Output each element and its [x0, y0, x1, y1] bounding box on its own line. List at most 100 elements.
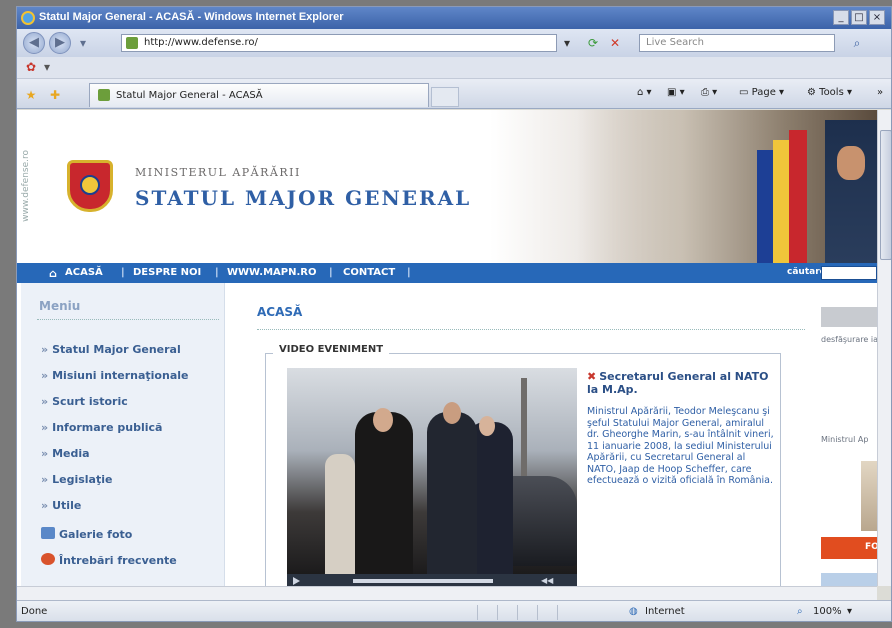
horizontal-scrollbar[interactable] — [17, 586, 877, 600]
menu-item-label: Misiuni internaţionale — [52, 369, 189, 382]
address-field[interactable]: http://www.defense.ro/ — [121, 34, 557, 52]
nav-contact[interactable]: CONTACT — [343, 267, 395, 278]
stop-icon[interactable]: ✕ — [607, 35, 623, 51]
command-row: ✿ ▾ — [17, 57, 891, 79]
print-icon[interactable]: ⎙ ▾ — [701, 87, 717, 98]
add-favorites-icon[interactable]: ✚ — [47, 87, 63, 103]
favorites-star-icon[interactable]: ★ — [23, 87, 39, 103]
ie-logo-icon — [21, 11, 35, 25]
menu-item-media[interactable]: » Media — [41, 447, 90, 460]
zoom-icon[interactable]: ⌕ — [797, 606, 803, 617]
menu-item-misiuni[interactable]: » Misiuni internaţionale — [41, 369, 188, 382]
window-title: Statul Major General - ACASĂ - Windows I… — [39, 11, 344, 23]
page-viewport: www.defense.ro MINISTERUL APĂRĂRII STATU… — [17, 110, 877, 586]
news-summary: Ministrul Apărării, Teodor Meleşcanu şi … — [587, 406, 774, 486]
tab-favicon-icon — [98, 89, 110, 101]
menu-item-informare[interactable]: » Informare publică — [41, 421, 162, 434]
nav-separator: | — [121, 267, 125, 278]
flag-yellow-stripe — [773, 140, 789, 263]
page-menu-label: Page — [751, 87, 776, 98]
page-menu[interactable]: ▭ Page ▾ — [739, 87, 784, 98]
search-input[interactable]: Live Search — [639, 34, 835, 52]
menu-item-intrebari[interactable]: Întrebări frecvente — [41, 553, 177, 567]
volume-icon[interactable]: ◀◀ — [541, 576, 553, 585]
nav-separator: | — [329, 267, 333, 278]
title-bar: Statul Major General - ACASĂ - Windows I… — [17, 7, 891, 29]
browser-window: Statul Major General - ACASĂ - Windows I… — [16, 6, 892, 622]
bullet-icon: » — [41, 447, 49, 460]
bullet-icon: » — [41, 421, 49, 434]
menu-item-utile[interactable]: » Utile — [41, 499, 81, 512]
page-favicon-icon — [126, 37, 138, 49]
feeds-dropdown-icon[interactable]: ▾ — [39, 59, 55, 75]
menu-item-galerie-foto[interactable]: Galerie foto — [41, 527, 132, 541]
globe-icon: ◍ — [629, 606, 638, 617]
feeds-toolbar-icon[interactable]: ▣ ▾ — [667, 87, 685, 98]
back-button[interactable]: ◀ — [23, 32, 45, 54]
status-bar: Done ◍ Internet ⌕ 100% ▾ — [17, 600, 891, 621]
zoom-dropdown-icon[interactable]: ▾ — [847, 606, 852, 617]
nav-mapn[interactable]: WWW.MAPN.RO — [227, 267, 316, 278]
bullet-icon: » — [41, 499, 49, 512]
bullet-icon: » — [41, 369, 49, 382]
vertical-scrollbar[interactable] — [877, 110, 891, 586]
bullet-icon: » — [41, 343, 49, 356]
refresh-icon[interactable]: ⟳ — [585, 35, 601, 51]
zoom-level[interactable]: 100% — [813, 606, 842, 617]
play-icon[interactable] — [293, 577, 300, 585]
nav-separator: | — [407, 267, 411, 278]
search-icon[interactable]: ⌕ — [849, 35, 865, 51]
right-blue-bar — [821, 573, 877, 586]
maximize-button[interactable]: □ — [851, 10, 867, 25]
feeds-icon[interactable]: ✿ — [23, 59, 39, 75]
tools-menu[interactable]: ⚙ Tools ▾ — [807, 87, 852, 98]
minimize-button[interactable]: _ — [833, 10, 849, 25]
coat-of-arms-logo — [67, 160, 113, 212]
menu-item-legislatie[interactable]: » Legislaţie — [41, 473, 112, 486]
zone-label: Internet — [645, 606, 685, 617]
status-text: Done — [21, 606, 48, 617]
nav-despre-noi[interactable]: DESPRE NOI — [133, 267, 201, 278]
menu-item-label: Galerie foto — [59, 528, 133, 541]
menu-item-label: Utile — [52, 499, 82, 512]
address-toolbar: ◀ ▶ ▾ http://www.defense.ro/ ▾ ⟳ ✕ Live … — [17, 29, 891, 57]
forward-button[interactable]: ▶ — [49, 32, 71, 54]
right-column: desfăşurare ianuarie, m populaţiei subur… — [815, 283, 877, 586]
menu-item-statul-major[interactable]: » Statul Major General — [41, 343, 181, 356]
scroll-thumb[interactable] — [880, 130, 891, 260]
menu-item-istoric[interactable]: » Scurt istoric — [41, 395, 128, 408]
right-orange-button[interactable]: FO — [821, 537, 877, 559]
site-nav-bar: ⌂ ACASĂ | DESPRE NOI | WWW.MAPN.RO | CON… — [17, 263, 877, 283]
video-player[interactable] — [287, 368, 577, 574]
right-snippet: desfăşurare ianuarie, m populaţiei subur… — [821, 335, 877, 344]
menu-divider — [37, 319, 219, 320]
video-progress-track[interactable] — [353, 579, 493, 583]
right-header-bar — [821, 307, 877, 327]
news-headline-text: Secretarul General al NATO la M.Ap. — [587, 370, 769, 396]
video-controls: ◀◀ — [287, 574, 577, 586]
left-menu: Meniu » Statul Major General » Misiuni int… — [21, 283, 225, 586]
overflow-chevron-icon[interactable]: » — [877, 87, 883, 98]
flag-blue-stripe — [757, 150, 773, 263]
menu-item-label: Statul Major General — [52, 343, 181, 356]
new-tab-button[interactable] — [431, 87, 459, 107]
menu-item-label: Scurt istoric — [52, 395, 128, 408]
home-nav-icon: ⌂ — [49, 267, 57, 280]
flag-red-stripe — [789, 130, 807, 263]
close-button[interactable]: × — [869, 10, 885, 25]
tab-row: ★ ✚ Statul Major General - ACASĂ ⌂ ▾ ▣ ▾… — [17, 79, 891, 109]
home-icon[interactable]: ⌂ ▾ — [637, 87, 652, 98]
history-dropdown-icon[interactable]: ▾ — [75, 35, 91, 51]
status-segment — [537, 605, 553, 620]
news-headline[interactable]: ✖ Secretarul General al NATO la M.Ap. — [587, 370, 775, 396]
menu-item-label: Media — [52, 447, 90, 460]
site-search-input[interactable] — [821, 266, 877, 280]
right-thumbnail[interactable] — [861, 461, 877, 531]
menu-item-label: Întrebări frecvente — [59, 554, 177, 567]
news-bullet-icon: ✖ — [587, 370, 597, 383]
nav-acasa[interactable]: ACASĂ — [65, 267, 103, 278]
site-header: www.defense.ro MINISTERUL APĂRĂRII STATU… — [17, 110, 877, 263]
address-dropdown-icon[interactable]: ▾ — [559, 35, 575, 51]
status-segment — [477, 605, 493, 620]
tab-active[interactable]: Statul Major General - ACASĂ — [89, 83, 429, 107]
